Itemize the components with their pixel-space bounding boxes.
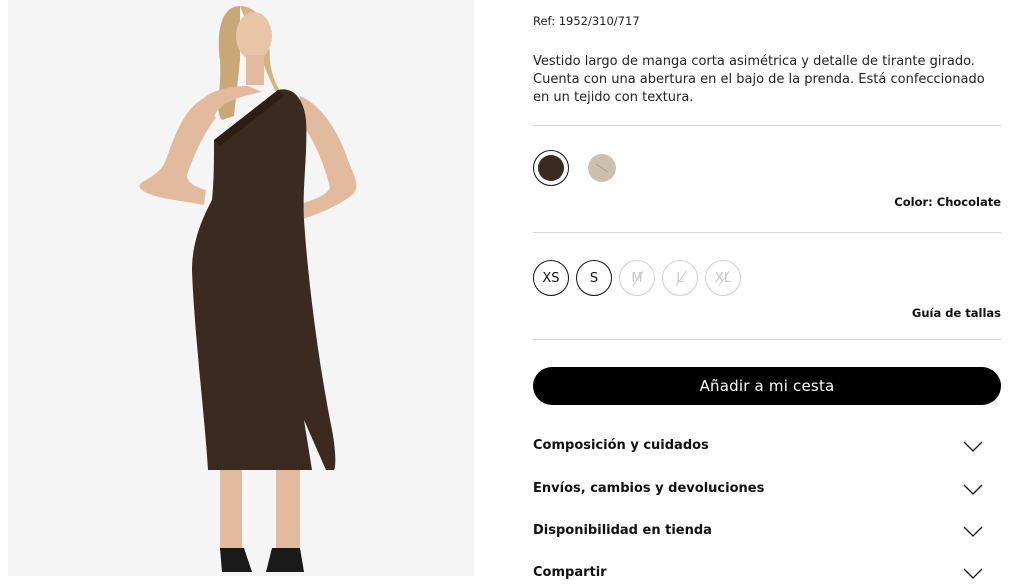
size-option-m[interactable]: M — [619, 260, 655, 296]
add-to-cart-button[interactable]: Añadir a mi cesta — [533, 367, 1001, 405]
size-option-xs[interactable]: XS — [533, 260, 569, 296]
accordion-label: Compartir — [533, 565, 607, 580]
chevron-down-icon — [963, 526, 983, 537]
unavailable-slash-icon — [595, 163, 609, 173]
accordion-store-availability[interactable]: Disponibilidad en tienda — [533, 523, 983, 545]
accordion-label: Disponibilidad en tienda — [533, 523, 712, 538]
chevron-down-icon — [963, 568, 983, 579]
accordion-share[interactable]: Compartir — [533, 565, 983, 587]
divider — [533, 125, 1001, 126]
divider — [533, 232, 1001, 233]
size-option-s[interactable]: S — [576, 260, 612, 296]
divider — [533, 339, 1001, 340]
product-description: Vestido largo de manga corta asimétrica … — [533, 54, 985, 105]
size-option-l[interactable]: L — [662, 260, 698, 296]
accordion-composition[interactable]: Composición y cuidados — [533, 438, 983, 460]
product-ref: Ref: 1952/310/717 — [533, 14, 640, 28]
color-swatch-beige[interactable] — [588, 154, 616, 182]
accordion-label: Envíos, cambios y devoluciones — [533, 481, 765, 496]
color-label: Color: Chocolate — [894, 195, 1001, 209]
size-option-xl[interactable]: XL — [705, 260, 741, 296]
model-photo-illustration — [8, 0, 474, 576]
color-swatch-chocolate[interactable] — [538, 155, 564, 181]
accordion-label: Composición y cuidados — [533, 438, 709, 453]
chevron-down-icon — [963, 484, 983, 495]
accordion-shipping[interactable]: Envíos, cambios y devoluciones — [533, 481, 983, 503]
size-guide-link[interactable]: Guía de tallas — [912, 306, 1001, 320]
size-selector: XS S M L XL — [533, 260, 741, 296]
chevron-down-icon — [963, 441, 983, 452]
product-image[interactable] — [8, 0, 474, 576]
